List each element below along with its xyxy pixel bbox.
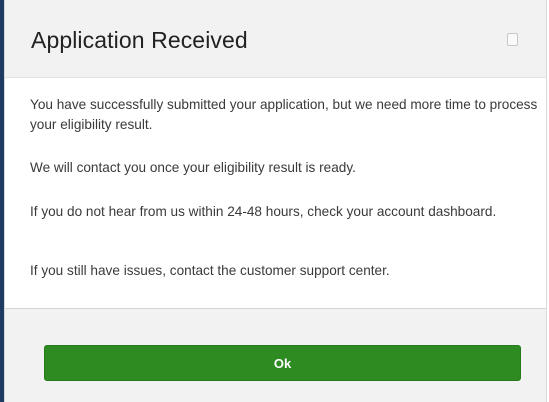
message-support: If you still have issues, contact the cu… <box>30 263 390 278</box>
dialog-footer: Ok <box>5 309 546 402</box>
dialog-header: Application Received <box>5 0 546 78</box>
application-received-dialog: Application Received You have successful… <box>4 0 547 402</box>
message-dashboard: If you do not hear from us within 24-48 … <box>30 204 497 219</box>
message-submitted: You have successfully submitted your app… <box>30 97 538 132</box>
close-icon[interactable] <box>507 33 518 46</box>
dialog-title: Application Received <box>31 27 248 53</box>
message-contact: We will contact you once your eligibilit… <box>30 160 356 175</box>
dialog-body: You have successfully submitted your app… <box>5 78 546 309</box>
ok-button[interactable]: Ok <box>44 345 521 381</box>
